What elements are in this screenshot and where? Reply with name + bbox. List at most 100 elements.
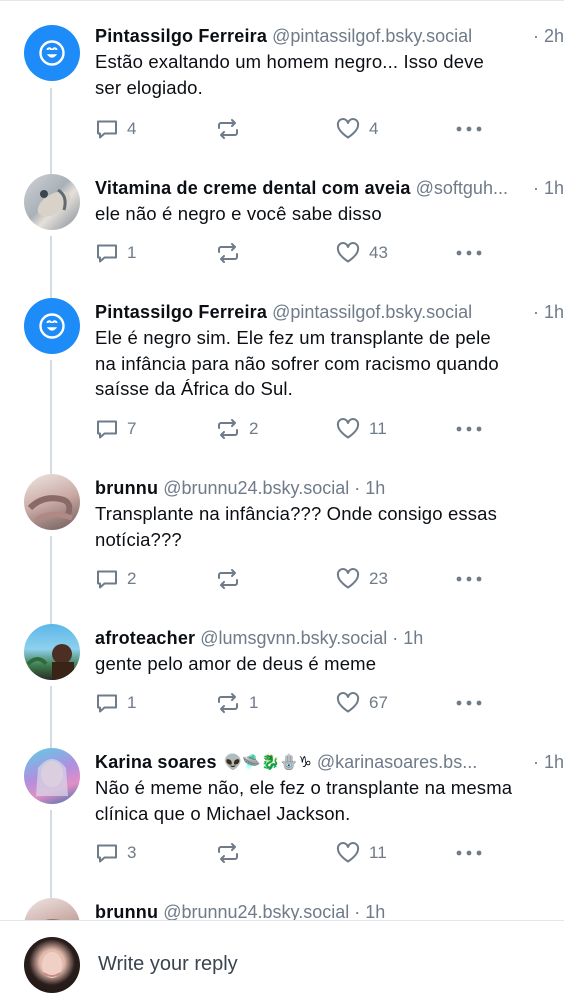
reply-button[interactable]: 4 (95, 116, 136, 142)
post[interactable]: afroteacher @lumsgvnn.bsky.social · 1h g… (0, 624, 564, 748)
post-text: ele não é negro e você sabe disso (95, 201, 546, 227)
reply-count: 4 (127, 119, 137, 138)
more-options-button[interactable] (455, 116, 483, 142)
avatar[interactable] (24, 624, 80, 680)
like-icon (336, 568, 360, 589)
like-button[interactable]: 23 (335, 566, 388, 592)
display-name[interactable]: Pintassilgo Ferreira (95, 26, 267, 46)
like-button[interactable]: 4 (335, 116, 378, 142)
display-name[interactable]: Vitamina de creme dental com aveia (95, 178, 411, 198)
display-name[interactable]: brunnu (95, 902, 158, 920)
like-button[interactable]: 67 (335, 690, 388, 716)
repost-button[interactable]: 1 (215, 690, 258, 716)
timestamp[interactable]: · 2h (528, 24, 564, 48)
post-text: Estão exaltando um homem negro... Isso d… (95, 49, 546, 100)
post[interactable]: Karina soares 👽🛸🐉🪬♑ @karinasoares.bs... … (0, 748, 564, 898)
display-name[interactable]: afroteacher (95, 628, 195, 648)
display-name[interactable]: Pintassilgo Ferreira (95, 302, 267, 322)
display-name[interactable]: brunnu (95, 478, 158, 498)
reply-count: 1 (127, 243, 137, 262)
timestamp[interactable]: · 1h (528, 176, 564, 200)
handle[interactable]: @pintassilgof.bsky.social (272, 26, 472, 46)
avatar[interactable] (24, 474, 80, 530)
repost-button[interactable]: 2 (215, 416, 258, 442)
avatar[interactable] (24, 25, 80, 81)
post[interactable]: Pintassilgo Ferreira @pintassilgof.bsky.… (0, 298, 564, 474)
repost-icon (218, 243, 238, 263)
post-text-line: notícia??? (95, 528, 182, 550)
more-options-button[interactable] (455, 240, 483, 266)
like-button[interactable]: 43 (335, 240, 388, 266)
post-actions: 1 43 (95, 240, 495, 266)
reply-composer[interactable]: Write your reply (0, 920, 564, 1000)
repost-button[interactable] (215, 840, 249, 866)
reply-button[interactable]: 2 (95, 566, 136, 592)
post-header: Vitamina de creme dental com aveia @soft… (95, 176, 564, 200)
reply-icon (97, 570, 117, 589)
post[interactable]: Vitamina de creme dental com aveia @soft… (0, 174, 564, 298)
avatar[interactable] (24, 748, 80, 804)
handle[interactable]: @karinasoares.bs... (317, 752, 477, 772)
more-icon (456, 250, 482, 256)
handle[interactable]: @brunnu24.bsky.social (163, 478, 349, 498)
avatar[interactable] (24, 174, 80, 230)
reply-button[interactable]: 1 (95, 690, 136, 716)
post[interactable]: brunnu @brunnu24.bsky.social · 1h (0, 898, 564, 920)
post-text-line: Estão exaltando um homem negro... Isso d… (95, 51, 484, 72)
avatar[interactable] (24, 298, 80, 354)
handle[interactable]: @softguh... (416, 178, 508, 198)
reply-button[interactable]: 3 (95, 840, 136, 866)
avatar-photo (26, 644, 74, 680)
more-options-button[interactable] (455, 566, 483, 592)
handle[interactable]: @brunnu24.bsky.social (163, 902, 349, 920)
post[interactable]: brunnu @brunnu24.bsky.social · 1h Transp… (0, 474, 564, 624)
timestamp[interactable]: · 1h (354, 902, 385, 920)
reply-button[interactable]: 7 (95, 416, 136, 442)
handle[interactable]: @lumsgvnn.bsky.social (200, 628, 387, 648)
post-text-line: Ele é negro sim. Ele fez um transplante … (95, 327, 491, 348)
more-options-button[interactable] (455, 416, 483, 442)
reply-count: 2 (127, 569, 137, 588)
like-button[interactable]: 11 (335, 416, 387, 442)
like-count: 23 (369, 569, 388, 588)
repost-icon (218, 419, 238, 439)
reply-count: 7 (127, 419, 137, 438)
handle[interactable]: @pintassilgof.bsky.social (272, 302, 472, 322)
like-icon (336, 118, 360, 139)
post-actions: 2 23 (95, 566, 495, 592)
timestamp[interactable]: · 1h (354, 478, 385, 498)
name-emojis: 👽🛸🐉🪬♑ (223, 754, 312, 771)
avatar[interactable] (24, 898, 80, 920)
post[interactable]: Pintassilgo Ferreira @pintassilgof.bsky.… (0, 0, 564, 174)
reply-button[interactable]: 1 (95, 240, 136, 266)
repost-button[interactable] (215, 566, 249, 592)
reply-icon (97, 420, 117, 439)
more-options-button[interactable] (455, 840, 483, 866)
post-text-line: Transplante na infância??? Onde consigo … (95, 503, 498, 524)
timestamp[interactable]: · 1h (528, 300, 564, 324)
thread: Pintassilgo Ferreira @pintassilgof.bsky.… (0, 0, 564, 920)
avatar-photo (27, 495, 73, 523)
avatar-photo (45, 919, 61, 920)
post-text: Ele é negro sim. Ele fez um transplante … (95, 325, 546, 402)
more-icon (456, 426, 482, 432)
reply-input[interactable]: Write your reply (98, 953, 238, 976)
post-text-line: na infância para não sofrer com racismo … (95, 352, 499, 374)
post-header: Karina soares 👽🛸🐉🪬♑ @karinasoares.bs... … (95, 750, 564, 774)
reply-icon (97, 844, 117, 863)
like-button[interactable]: 11 (335, 840, 387, 866)
more-options-button[interactable] (455, 690, 483, 716)
post-header: Pintassilgo Ferreira @pintassilgof.bsky.… (95, 300, 564, 324)
repost-button[interactable] (215, 240, 249, 266)
display-name[interactable]: Karina soares (95, 752, 217, 772)
like-icon (336, 842, 360, 863)
repost-icon (218, 693, 238, 713)
repost-icon (218, 119, 238, 139)
post-text-line: ele não é negro e você sabe disso (95, 203, 382, 224)
timestamp[interactable]: · 1h (528, 750, 564, 774)
like-icon (336, 692, 360, 713)
avatar-photo (36, 759, 68, 796)
like-count: 43 (369, 243, 388, 262)
repost-button[interactable] (215, 116, 249, 142)
timestamp[interactable]: · 1h (392, 628, 423, 648)
